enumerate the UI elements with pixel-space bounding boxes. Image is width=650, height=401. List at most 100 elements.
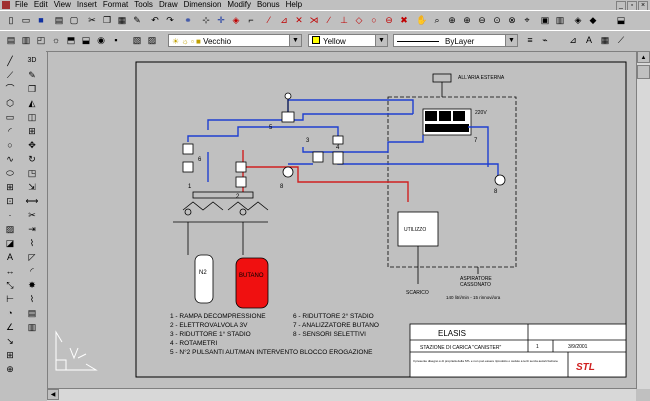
3d-icon[interactable]: 3D [25,55,39,67]
mirror-icon[interactable]: ◭ [25,97,39,109]
rotate-icon[interactable]: ↻ [25,153,39,165]
offset-icon[interactable]: ◫ [25,111,39,123]
array-icon[interactable]: ⊞ [25,125,39,137]
menu-modify[interactable]: Modify [224,0,254,10]
tolerance-icon[interactable]: ⊞ [3,349,17,361]
redo-icon[interactable]: ↷ [163,13,177,27]
make-block-icon[interactable]: ⊡ [3,195,17,207]
match-properties-icon[interactable]: ✎ [130,13,144,27]
dim-update-icon[interactable]: ⟋ [614,33,628,47]
block-icon[interactable]: ⊞ [3,181,17,193]
lineweight-icon[interactable]: ≡ [523,33,537,47]
zoom-all-icon[interactable]: ⊙ [490,13,504,27]
break-icon[interactable]: ⌇ [25,237,39,249]
dim-radius-icon[interactable]: ◔ [3,307,17,319]
move-icon[interactable]: ✥ [25,139,39,151]
zoom-extents-icon[interactable]: ⊗ [505,13,519,27]
open-icon[interactable]: ▭ [19,13,33,27]
dim-aligned-icon[interactable]: ⤡ [3,279,17,291]
named-views-icon[interactable]: ⬓ [614,13,628,27]
dimension-style-icon[interactable]: ⊿ [566,33,580,47]
vertical-scrollbar[interactable]: ▲ [636,51,650,389]
layer-side-icon[interactable]: ▥ [25,321,39,333]
table-style-icon[interactable]: ▦ [598,33,612,47]
linetype-select[interactable]: ByLayer ▼ [393,34,518,47]
extend-icon[interactable]: ⇥ [25,223,39,235]
fillet-icon[interactable]: ◜ [25,265,39,277]
scroll-left-icon[interactable]: ◀ [47,389,59,400]
dim-ordinate-icon[interactable]: ⊢ [3,293,17,305]
design-center-icon[interactable]: ▥ [553,13,567,27]
arc-icon[interactable]: ◜ [3,125,17,137]
copy-object-icon[interactable]: ❐ [25,83,39,95]
save-icon[interactable]: ■ [34,13,48,27]
zoom-in-icon[interactable]: ⊕ [460,13,474,27]
xline-icon[interactable]: ⟋ [3,69,17,81]
snap-extension-icon[interactable]: ∕ [322,13,336,27]
snap-icon[interactable]: ⊹ [199,13,213,27]
zoom-previous-icon[interactable]: ⌖ [520,13,534,27]
stretch-icon[interactable]: ⇲ [25,181,39,193]
snap-center-icon[interactable]: ⊥ [337,13,351,27]
polygon-icon[interactable]: ⬡ [3,97,17,109]
zoom-window-icon[interactable]: ⊕ [445,13,459,27]
scroll-up-icon[interactable]: ▲ [637,51,650,63]
point-icon[interactable]: · [3,209,17,221]
scale-icon[interactable]: ◳ [25,167,39,179]
preview-icon[interactable]: ▢ [67,13,81,27]
shade-icon[interactable]: ◆ [586,13,600,27]
menu-draw[interactable]: Draw [156,0,181,10]
pan-icon[interactable]: ✋ [415,13,429,27]
menu-insert[interactable]: Insert [74,0,100,10]
lightbulb-icon[interactable]: ◉ [94,33,108,47]
lengthen-icon[interactable]: ⟷ [25,195,39,207]
snap-intersection-icon[interactable]: ✕ [292,13,306,27]
snap-apparent-icon[interactable]: ⋊ [307,13,321,27]
properties-side-icon[interactable]: ▤ [25,307,39,319]
chamfer-icon[interactable]: ◸ [25,251,39,263]
tracking-icon[interactable]: ✛ [214,13,228,27]
menu-format[interactable]: Format [100,0,131,10]
paste-icon[interactable]: ▦ [115,13,129,27]
ucs-icon[interactable]: ⌐ [244,13,258,27]
osnap-icon[interactable]: ◈ [229,13,243,27]
zoom-realtime-icon[interactable]: ⌕ [430,13,444,27]
print-icon[interactable]: ▤ [52,13,66,27]
drawing-canvas[interactable]: ALL'ARIA ESTERNA 220V 5 3 4 1 2 6 8 8 7 … [47,51,637,389]
horizontal-scrollbar[interactable]: ◀ [47,388,636,401]
mtext-icon[interactable]: A [3,251,17,263]
spline-icon[interactable]: ∿ [3,153,17,165]
menu-tools[interactable]: Tools [131,0,156,10]
render-icon[interactable]: ◈ [571,13,585,27]
layer-match-icon[interactable]: ⬒ [64,33,78,47]
explode-icon[interactable]: ✸ [25,279,39,291]
trim-icon[interactable]: ✂ [25,209,39,221]
layers-icon[interactable]: ▤ [4,33,18,47]
circle-icon[interactable]: ○ [3,139,17,151]
layer-state-icon[interactable]: ▧ [130,33,144,47]
lock-icon[interactable]: ▪ [109,33,123,47]
line-icon[interactable]: ╱ [3,55,17,67]
snap-midpoint-icon[interactable]: ⊿ [277,13,291,27]
make-current-icon[interactable]: ▨ [145,33,159,47]
color-select[interactable]: Yellow ▼ [308,34,388,47]
menu-file[interactable]: File [12,0,31,10]
cut-icon[interactable]: ✂ [85,13,99,27]
app-icon[interactable] [2,1,10,9]
snap-quadrant-icon[interactable]: ◇ [352,13,366,27]
menu-edit[interactable]: Edit [31,0,51,10]
layer-control-icon[interactable]: ▥ [19,33,33,47]
hatch-icon[interactable]: ▨ [3,223,17,235]
region-icon[interactable]: ◪ [3,237,17,249]
snap-none-icon[interactable]: ✖ [397,13,411,27]
freeze-icon[interactable]: ☼ [49,33,63,47]
dim-angular-icon[interactable]: ∠ [3,321,17,333]
zoom-out-icon[interactable]: ⊖ [475,13,489,27]
menu-help[interactable]: Help [283,0,305,10]
ellipse-icon[interactable]: ⬭ [3,167,17,179]
center-mark-icon[interactable]: ⊕ [3,363,17,375]
leader-icon[interactable]: ↘ [3,335,17,347]
text-style-icon[interactable]: A [582,33,596,47]
erase-icon[interactable]: ✎ [25,69,39,81]
hyperlink-icon[interactable]: ⚭ [181,13,195,27]
